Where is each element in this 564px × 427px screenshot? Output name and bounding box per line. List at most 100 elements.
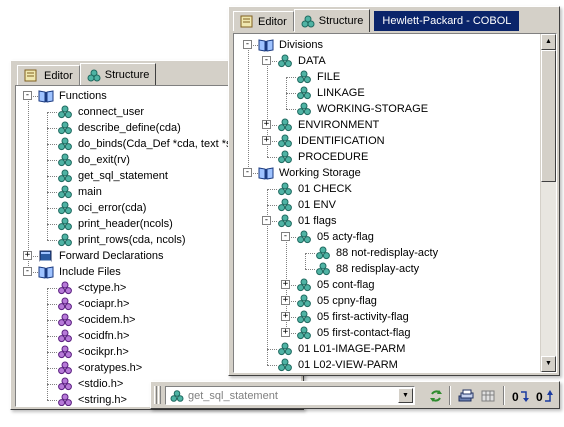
tree-connector [47,208,48,224]
include-icon [58,329,72,343]
tree-item[interactable]: LINKAGE [296,85,367,101]
symbol-combo[interactable]: get_sql_statement ▼ [165,386,415,405]
tree-item[interactable]: Forward Declarations [38,248,166,264]
expand-toggle[interactable]: + [281,280,290,289]
symbol-combo-value: get_sql_statement [188,389,278,402]
tree-item-label: <ocidem.h> [78,314,136,326]
tree-connector [47,352,57,353]
tree-item[interactable]: 05 acty-flag [296,229,376,245]
tree-item[interactable]: 88 not-redisplay-acty [315,245,440,261]
grid-button[interactable] [477,386,499,406]
chevron-down-icon[interactable]: ▼ [398,388,413,403]
tree-item[interactable]: FILE [296,69,342,85]
tree-item[interactable]: <ocidfn.h> [57,328,131,344]
scroll-up-button[interactable]: ▲ [541,34,556,50]
tree-item[interactable]: describe_define(cda) [57,120,183,136]
scroll-thumb[interactable] [541,50,556,182]
structure-node-icon [297,102,311,116]
tree-item[interactable]: connect_user [57,104,146,120]
vertical-scrollbar[interactable]: ▲ ▼ [540,34,556,372]
tree-item[interactable]: PROCEDURE [277,149,370,165]
structure-node-icon [278,134,292,148]
tree-item[interactable]: 01 L01-IMAGE-PARM [277,341,407,357]
tree-item[interactable]: get_sql_statement [57,168,170,184]
tree-item[interactable]: <oratypes.h> [57,360,144,376]
tree-item[interactable]: oci_error(cda) [57,200,148,216]
tab-editor[interactable]: Editor [233,11,294,31]
tree-item[interactable]: Functions [38,88,109,104]
tree-item[interactable]: <ocikpr.h> [57,344,131,360]
collapse-toggle[interactable]: - [262,56,271,65]
tree-connector [47,208,57,209]
toolbar-grip[interactable] [158,386,161,404]
refresh-button[interactable] [425,386,447,406]
tree-connector [47,288,57,289]
tree-item-label: 88 redisplay-acty [336,263,420,275]
toolbar-grip[interactable] [154,386,157,404]
tree-item[interactable]: <ociapr.h> [57,296,131,312]
tree-item-label: <ociapr.h> [78,298,130,310]
structure-node-icon [297,278,311,292]
tree-item[interactable]: IDENTIFICATION [277,133,387,149]
tab-structure[interactable]: Structure [293,9,371,32]
tree-item-label: DATA [298,55,326,67]
tree-connector [47,192,57,193]
tree-item[interactable]: 05 cont-flag [296,277,376,293]
book-icon [258,39,274,52]
tree-item[interactable]: do_binds(Cda_Def *cda, text *stu [57,136,243,152]
tree-item[interactable]: Divisions [258,37,325,53]
tree-connector [47,192,48,208]
expand-toggle[interactable]: + [281,296,290,305]
tree-item[interactable]: ENVIRONMENT [277,117,381,133]
tree-item[interactable]: DATA [277,53,328,69]
stack-button[interactable] [455,386,477,406]
tree-item[interactable]: 88 redisplay-acty [315,261,421,277]
tree-item[interactable]: 01 L02-VIEW-PARM [277,357,400,372]
tree-item[interactable]: Working Storage [258,165,363,181]
tree-item[interactable]: 05 first-activity-flag [296,309,411,325]
scroll-down-button[interactable]: ▼ [541,356,556,372]
collapse-toggle[interactable]: - [262,216,271,225]
tree-connector [286,77,287,93]
expand-toggle[interactable]: + [262,120,271,129]
refresh-icon [430,390,442,402]
structure-node-icon [278,198,292,212]
step-out-icon: 0 [536,390,553,404]
tree-item[interactable]: print_rows(cda, ncols) [57,232,188,248]
tree-item[interactable]: print_header(ncols) [57,216,175,232]
collapse-toggle[interactable]: - [23,267,32,276]
tree-item[interactable]: 01 ENV [277,197,338,213]
tree-item[interactable]: <ctype.h> [57,280,128,296]
tree-item[interactable]: do_exit(rv) [57,152,132,168]
expand-toggle[interactable]: + [262,136,271,145]
tab-structure[interactable]: Structure [79,63,157,86]
tree-item[interactable]: 01 flags [277,213,339,229]
tree-connector [47,320,48,336]
expand-toggle[interactable]: + [281,328,290,337]
tree-item[interactable]: 05 first-contact-flag [296,325,413,341]
tab-editor[interactable]: Editor [17,65,80,85]
tree-item[interactable]: WORKING-STORAGE [296,101,430,117]
expand-toggle[interactable]: + [23,251,32,260]
right-tree-view[interactable]: ▲ ▼ - Divisions - DATA FILE LINKAGE WORKING-ST… [233,33,557,373]
tree-connector [305,253,306,269]
step-out-button[interactable]: 0 [533,386,555,406]
tree-item[interactable]: Include Files [38,264,123,280]
collapse-toggle[interactable]: - [243,168,252,177]
tree-item[interactable]: <ocidem.h> [57,312,137,328]
tree-item[interactable]: main [57,184,104,200]
tree-item-label: <ocidfn.h> [78,330,130,342]
tree-item[interactable]: 01 CHECK [277,181,354,197]
collapse-toggle[interactable]: - [23,91,32,100]
structure-node-icon [297,310,311,324]
tree-item-label: 01 L01-IMAGE-PARM [298,343,406,355]
tree-item[interactable]: <string.h> [57,392,129,406]
expand-toggle[interactable]: + [281,312,290,321]
collapse-toggle[interactable]: - [243,40,252,49]
step-in-button[interactable]: 0 [509,386,531,406]
tree-item-label: <oratypes.h> [78,362,143,374]
tree-item[interactable]: <stdio.h> [57,376,125,392]
collapse-toggle[interactable]: - [281,232,290,241]
tree-connector [47,128,57,129]
tree-item[interactable]: 05 cpny-flag [296,293,379,309]
